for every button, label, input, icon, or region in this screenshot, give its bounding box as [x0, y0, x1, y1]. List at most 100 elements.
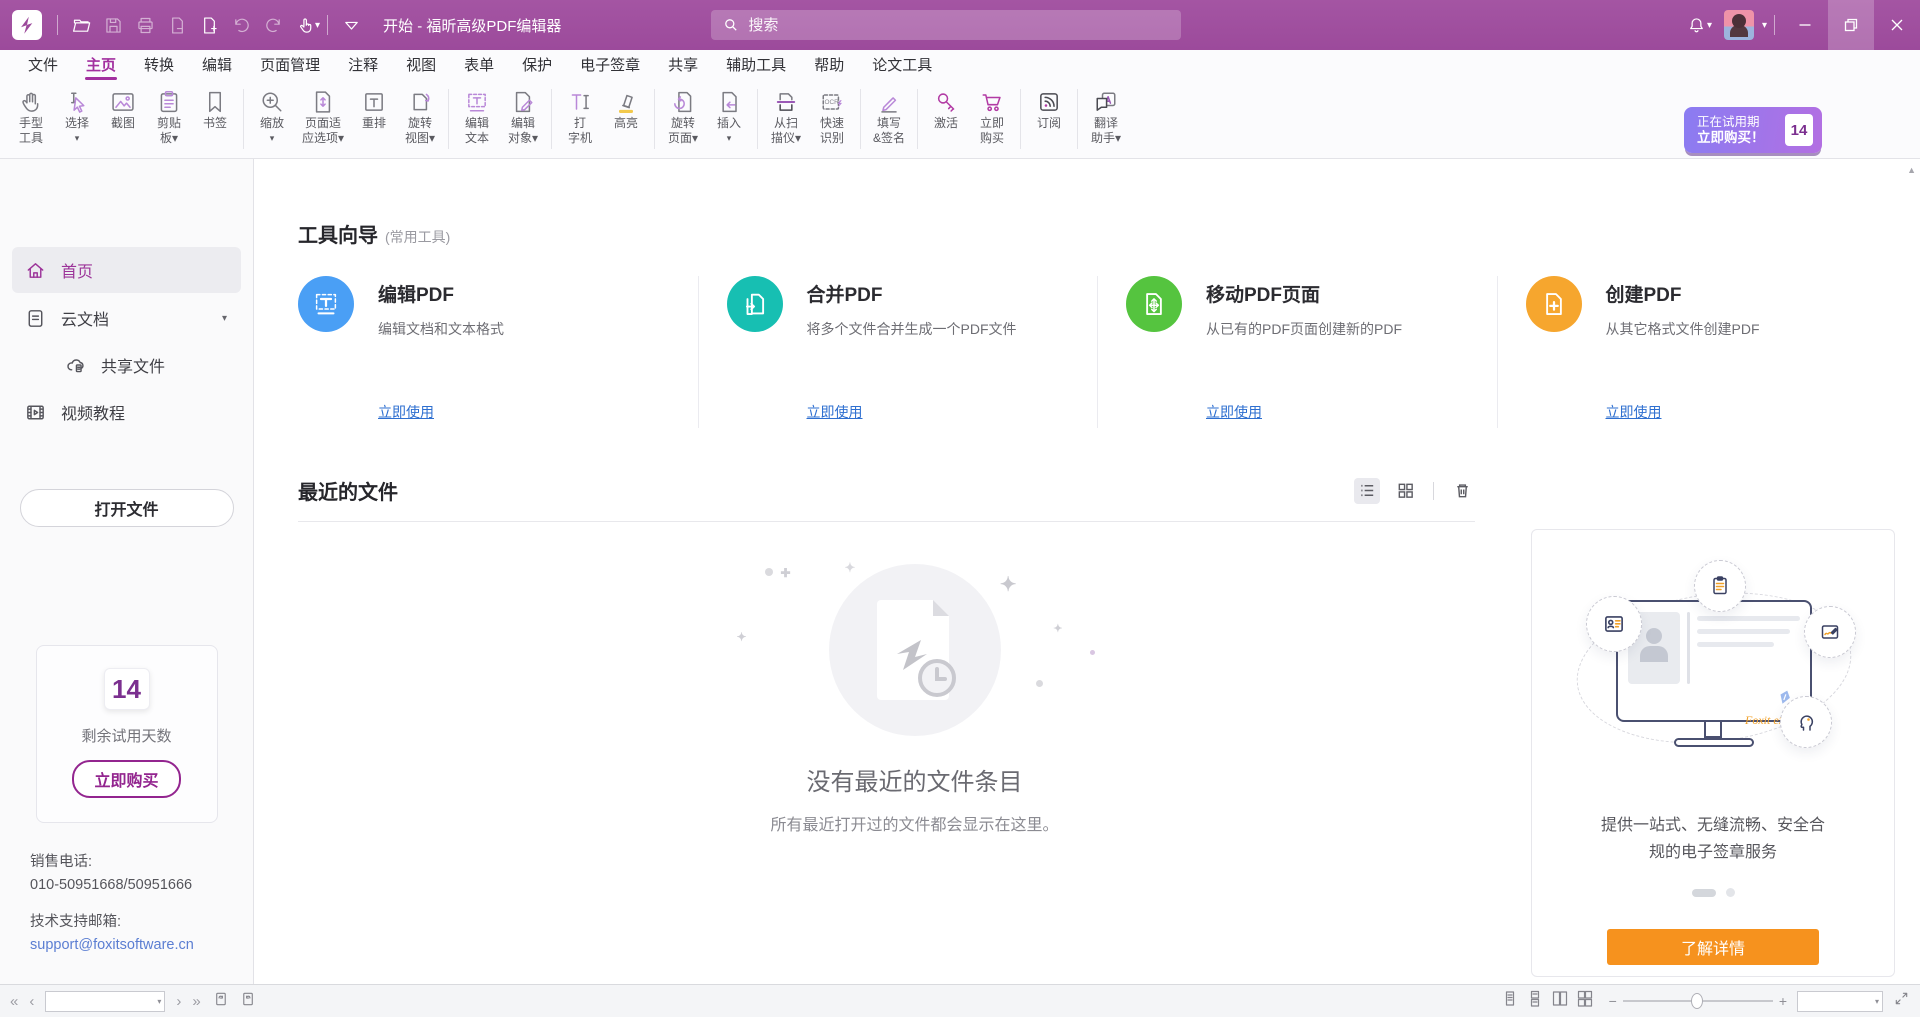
highlight-button[interactable]: 高亮: [603, 88, 649, 131]
search-bar[interactable]: [711, 10, 1181, 40]
collapse-ribbon-icon[interactable]: [335, 0, 367, 50]
menu-accessibility[interactable]: 辅助工具: [712, 50, 800, 81]
sidebar-item-home[interactable]: 首页: [12, 247, 241, 293]
menu-share[interactable]: 共享: [654, 50, 712, 81]
bookmark-button[interactable]: 书签: [192, 88, 238, 131]
close-button[interactable]: [1874, 0, 1920, 50]
menu-esign[interactable]: 电子签章: [566, 50, 654, 81]
page-fit-options-button[interactable]: 页面适应选项▾: [295, 88, 351, 146]
sidebar-item-cloud-docs[interactable]: 云文档 ▾: [12, 295, 241, 341]
zoom-slider-handle[interactable]: [1691, 993, 1703, 1009]
open-file-icon[interactable]: [65, 0, 97, 50]
menu-protect[interactable]: 保护: [508, 50, 566, 81]
from-scanner-button[interactable]: 从扫描仪▾: [763, 88, 809, 146]
tool-card-merge-pdf[interactable]: 合并PDF 将多个文件合并生成一个PDF文件 立即使用: [698, 276, 1098, 428]
page-number-box[interactable]: ▾: [45, 991, 165, 1012]
buy-now-button[interactable]: 立即购买: [969, 88, 1015, 146]
carousel-dot-active[interactable]: [1692, 889, 1716, 897]
reflow-button[interactable]: 重排: [351, 88, 397, 131]
menu-paper-tools[interactable]: 论文工具: [858, 50, 946, 81]
menu-home[interactable]: 主页: [72, 50, 130, 81]
page-number-caret-icon[interactable]: ▾: [157, 997, 164, 1006]
use-now-link[interactable]: 立即使用: [378, 402, 504, 422]
quick-ocr-button[interactable]: OCR 快速识别: [809, 88, 855, 146]
use-now-link[interactable]: 立即使用: [1206, 402, 1402, 422]
last-page-button[interactable]: »: [192, 994, 200, 1009]
clipboard-button[interactable]: 剪贴板▾: [146, 88, 192, 146]
carousel-dot[interactable]: [1726, 888, 1735, 897]
first-page-button[interactable]: «: [10, 994, 18, 1009]
touch-mode-caret-icon[interactable]: ▾: [315, 20, 320, 31]
facing-view-icon[interactable]: [1552, 990, 1568, 1012]
user-avatar[interactable]: [1724, 10, 1754, 40]
open-file-button[interactable]: 打开文件: [20, 489, 234, 527]
tool-card-edit-pdf[interactable]: 编辑PDF 编辑文档和文本格式 立即使用: [298, 276, 698, 428]
typewriter-button[interactable]: 打字机: [557, 88, 603, 146]
menu-convert[interactable]: 转换: [130, 50, 188, 81]
zoom-out-icon[interactable]: −: [1609, 993, 1617, 1009]
list-view-button[interactable]: [1354, 478, 1380, 504]
page-number-input[interactable]: [46, 994, 157, 1008]
account-caret-icon[interactable]: ▾: [1762, 20, 1767, 31]
search-input[interactable]: [748, 17, 1169, 34]
tool-card-create-pdf[interactable]: 创建PDF 从其它格式文件创建PDF 立即使用: [1497, 276, 1897, 428]
redo-icon[interactable]: [257, 0, 289, 50]
sidebar-item-video-tutorials[interactable]: 视频教程: [12, 389, 241, 435]
continuous-view-icon[interactable]: [1527, 990, 1543, 1012]
restore-button[interactable]: [1828, 0, 1874, 50]
zoom-slider-track[interactable]: [1623, 1000, 1773, 1002]
save-icon[interactable]: [97, 0, 129, 50]
menu-file[interactable]: 文件: [14, 50, 72, 81]
prev-page-button[interactable]: ‹: [29, 994, 34, 1009]
zoom-button[interactable]: 缩放▾: [249, 88, 295, 146]
select-button[interactable]: 选择▾: [54, 88, 100, 146]
hand-tool-button[interactable]: 手型工具: [8, 88, 54, 146]
menu-edit[interactable]: 编辑: [188, 50, 246, 81]
clear-recent-button[interactable]: [1449, 478, 1475, 504]
menu-comment[interactable]: 注释: [334, 50, 392, 81]
zoom-level-input[interactable]: [1798, 994, 1875, 1008]
grid-view-button[interactable]: [1392, 478, 1418, 504]
learn-more-button[interactable]: 了解详情: [1607, 929, 1819, 965]
tool-card-move-pdf-pages[interactable]: 移动PDF页面 从已有的PDF页面创建新的PDF 立即使用: [1097, 276, 1497, 428]
sidebar-item-shared-files[interactable]: 共享文件: [12, 343, 241, 387]
edit-object-button[interactable]: 编辑对象▾: [500, 88, 546, 146]
menu-form[interactable]: 表单: [450, 50, 508, 81]
subscribe-button[interactable]: 订阅: [1026, 88, 1072, 131]
carousel-dots[interactable]: [1692, 888, 1735, 897]
minimize-button[interactable]: [1782, 0, 1828, 50]
delete-page-icon[interactable]: [161, 0, 193, 50]
trial-period-badge[interactable]: 正在试用期 立即购买！ 14: [1684, 107, 1822, 153]
prev-view-button[interactable]: [212, 990, 229, 1012]
use-now-link[interactable]: 立即使用: [1606, 402, 1760, 422]
create-page-icon[interactable]: [193, 0, 225, 50]
zoom-level-caret-icon[interactable]: ▾: [1875, 997, 1882, 1006]
menu-view[interactable]: 视图: [392, 50, 450, 81]
snapshot-button[interactable]: 截图: [100, 88, 146, 131]
next-page-button[interactable]: ›: [176, 994, 181, 1009]
scrollbar-up-icon[interactable]: ▲: [1907, 165, 1916, 175]
use-now-link[interactable]: 立即使用: [807, 402, 1017, 422]
fill-sign-button[interactable]: 填写&签名: [866, 88, 912, 146]
print-icon[interactable]: [129, 0, 161, 50]
menu-page-manage[interactable]: 页面管理: [246, 50, 334, 81]
support-email-link[interactable]: support@foxitsoftware.cn: [30, 934, 253, 957]
menu-help[interactable]: 帮助: [800, 50, 858, 81]
buy-now-pill-button[interactable]: 立即购买: [72, 760, 180, 798]
rotate-pages-button[interactable]: 旋转页面▾: [660, 88, 706, 146]
fullscreen-fit-icon[interactable]: [1893, 990, 1910, 1012]
cloud-docs-caret-icon[interactable]: ▾: [222, 313, 227, 324]
insert-button[interactable]: 插入▾: [706, 88, 752, 146]
zoom-level-box[interactable]: ▾: [1797, 991, 1883, 1012]
rotate-view-button[interactable]: 旋转视图▾: [397, 88, 443, 146]
activate-button[interactable]: 激活: [923, 88, 969, 131]
notifications-caret-icon[interactable]: ▾: [1707, 20, 1712, 31]
undo-icon[interactable]: [225, 0, 257, 50]
facing-continuous-view-icon[interactable]: [1577, 990, 1593, 1012]
zoom-in-icon[interactable]: +: [1779, 993, 1787, 1009]
next-view-button[interactable]: [240, 990, 257, 1012]
zoom-slider[interactable]: − +: [1609, 993, 1787, 1009]
translate-assistant-button[interactable]: 翻译助手▾: [1083, 88, 1129, 146]
single-page-view-icon[interactable]: [1502, 990, 1518, 1012]
edit-text-button[interactable]: 编辑文本: [454, 88, 500, 146]
